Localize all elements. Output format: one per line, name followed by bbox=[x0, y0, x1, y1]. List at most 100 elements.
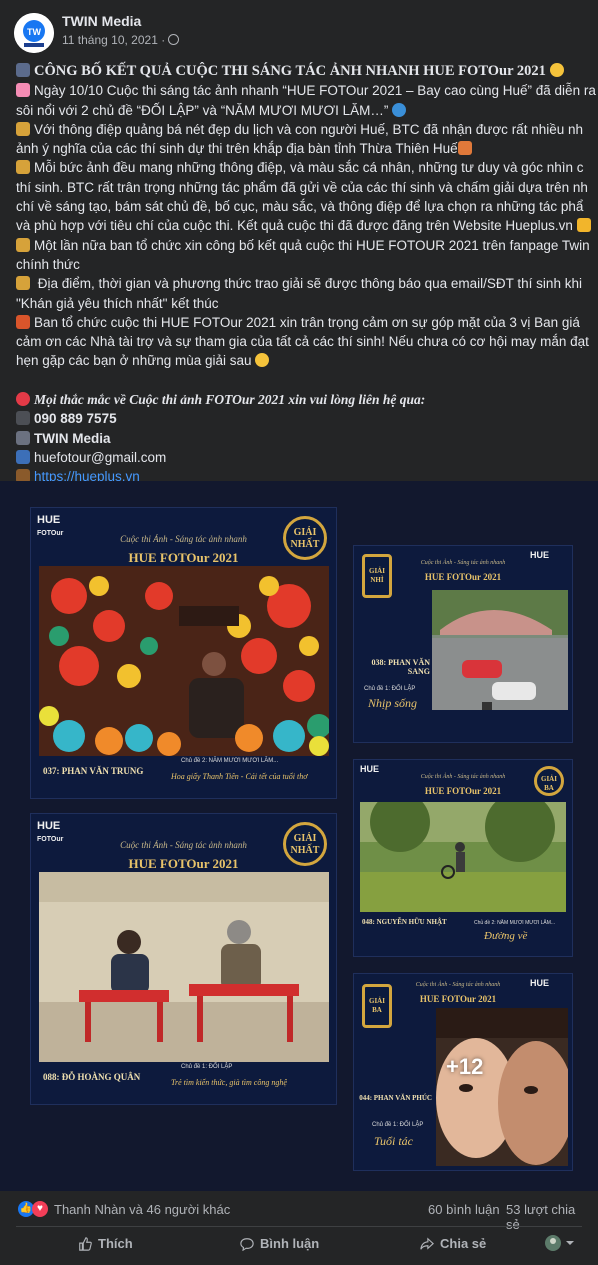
comment-button[interactable]: Bình luận bbox=[240, 1236, 319, 1251]
photo-gallery: HUE FOTOur Cuộc thi Ảnh - Sáng tác ảnh nh… bbox=[0, 481, 598, 1191]
post-line: ảnh ý nghĩa của các thí sinh dự thi trên… bbox=[16, 139, 598, 158]
action-bar: Thích Bình luận Chia sẻ bbox=[16, 1230, 582, 1260]
post-line: Với thông điệp quảng bá nét đẹp du lịch … bbox=[16, 120, 598, 139]
post-line-blank bbox=[16, 371, 598, 390]
countryside-photo bbox=[360, 802, 566, 912]
picture-emoji-icon bbox=[16, 160, 30, 175]
faces-photo bbox=[436, 1008, 568, 1166]
contest-slogan: Cuộc thi Ảnh - Sáng tác ảnh nhanh bbox=[415, 982, 501, 988]
entrant-name: 038: PHAN VĂN SANG bbox=[371, 658, 430, 676]
audience-selector[interactable] bbox=[544, 1234, 578, 1255]
post-body: CÔNG BỐ KẾT QUẢ CUỘC THI SÁNG TÁC ẢNH NH… bbox=[16, 62, 598, 506]
paper-flowers-photo bbox=[39, 566, 329, 756]
photo-image bbox=[436, 1008, 568, 1166]
gallery-photo[interactable]: HUE FOTOur Cuộc thi Ảnh - Sáng tác ảnh nh… bbox=[30, 813, 337, 1105]
post-line: chí về sáng tạo, bám sát chủ đề, bố cục,… bbox=[16, 199, 584, 215]
photo-title: Tuổi tác bbox=[374, 1134, 414, 1148]
post-timestamp[interactable]: 11 tháng 10, 2021 · bbox=[62, 33, 180, 47]
post-line: Ban tổ chức cuộc thi HUE FOTOur 2021 xin… bbox=[16, 313, 598, 332]
share-icon bbox=[420, 1237, 434, 1250]
award-badge: GIẢI NHẤT bbox=[283, 516, 327, 560]
post-line: sôi nổi với 2 chủ đề “ĐỐI LẬP” và “NĂM M… bbox=[16, 101, 598, 120]
globe-emoji-icon bbox=[392, 102, 407, 117]
gallery-photo[interactable]: HUE Cuộc thi Ảnh - Sáng tác ảnh nhanh HU… bbox=[353, 545, 573, 743]
theme-label: Chủ đề 1: ĐỐI LẬP bbox=[364, 686, 416, 692]
photo-image bbox=[360, 802, 566, 912]
contest-name: HUE FOTOur 2021 bbox=[419, 994, 497, 1004]
computer-emoji-icon bbox=[16, 430, 30, 445]
twin-logo-icon: TW bbox=[14, 13, 54, 53]
svg-text:TW: TW bbox=[27, 27, 41, 37]
post-line: Địa điểm, thời gian và phương thức trao … bbox=[16, 274, 598, 293]
temple-emoji-icon bbox=[457, 141, 472, 156]
post-line: hẹn gặp các bạn ở những mùa giải sau bbox=[16, 351, 598, 370]
gallery-photo[interactable]: Cuộc thi Ảnh - Sáng tác ảnh nhanh HUE FO… bbox=[353, 973, 573, 1171]
page-name[interactable]: TWIN Media bbox=[62, 13, 141, 29]
page-avatar[interactable]: TW bbox=[14, 13, 54, 53]
more-photos-count[interactable]: +12 bbox=[446, 1054, 483, 1080]
like-button[interactable]: Thích bbox=[78, 1236, 133, 1251]
share-button[interactable]: Chia sẻ bbox=[420, 1236, 486, 1251]
award-badge: GIẢI NHẤT bbox=[283, 822, 327, 866]
contact-intro: Mọi thắc mắc về Cuộc thi ảnh FOTOur 2021… bbox=[16, 390, 598, 409]
theme-label: Chủ đề 1: ĐỐI LẬP bbox=[372, 1122, 424, 1128]
divider bbox=[16, 1226, 582, 1227]
post-line: "Khán giả yêu thích nhất" kết thúc bbox=[16, 295, 219, 311]
hue-logo: HUE bbox=[360, 764, 380, 774]
entrant-name: 037: PHAN VĂN TRUNG bbox=[43, 766, 144, 776]
finger-emoji-icon bbox=[576, 218, 591, 233]
comment-icon bbox=[240, 1238, 254, 1251]
street-photo bbox=[432, 590, 568, 710]
entrant-name: 044: PHAN VĂN PHÚC bbox=[359, 1094, 432, 1102]
reaction-names[interactable]: Thanh Nhàn và 46 người khác bbox=[54, 1202, 230, 1217]
mailbox-emoji-icon bbox=[16, 449, 30, 464]
reaction-summary: 👍 ♥ Thanh Nhàn và 46 người khác 60 bình … bbox=[16, 1199, 582, 1232]
post-title: CÔNG BỐ KẾT QUẢ CUỘC THI SÁNG TÁC ẢNH NH… bbox=[16, 62, 598, 81]
photo-image bbox=[432, 590, 568, 710]
award-badge: GIẢI NHÌ bbox=[362, 554, 392, 598]
post-line: cảm ơn các Nhà tài trợ và sự tham gia củ… bbox=[16, 334, 589, 350]
theme-label: Chủ đề 1: ĐỐI LẬP bbox=[181, 1064, 233, 1070]
award-badge: GIẢI BA bbox=[534, 766, 564, 796]
phone-emoji-icon bbox=[16, 411, 30, 426]
smile-emoji-icon bbox=[549, 63, 564, 77]
post-date[interactable]: 11 tháng 10, 2021 · bbox=[62, 33, 165, 47]
share-count[interactable]: 53 lượt chia sẻ bbox=[506, 1202, 582, 1232]
gallery-photo[interactable]: HUE Cuộc thi Ảnh - Sáng tác ảnh nhanh HU… bbox=[353, 759, 573, 957]
photo-title: Hoa giấy Thanh Tiên - Cái tết của tuổi t… bbox=[171, 772, 308, 781]
picture-emoji-icon bbox=[16, 237, 30, 252]
post-line: Một lần nữa ban tổ chức xin công bố kết … bbox=[16, 236, 598, 255]
love-reaction-icon[interactable]: ♥ bbox=[32, 1201, 48, 1217]
maple-leaf-emoji-icon bbox=[16, 314, 30, 329]
elders-photo bbox=[39, 872, 329, 1062]
award-badge: GIẢI BA bbox=[362, 984, 392, 1028]
globe-icon bbox=[168, 34, 180, 45]
picture-emoji-icon bbox=[16, 121, 30, 136]
letter-emoji-icon bbox=[16, 83, 30, 98]
post-line: thí sinh. BTC rất trân trọng những tác p… bbox=[16, 179, 588, 195]
hue-logo: HUE bbox=[530, 550, 550, 560]
hue-logo: HUE bbox=[530, 978, 550, 988]
contact-company: TWIN Media bbox=[16, 429, 598, 448]
contact-phone: 090 889 7575 bbox=[16, 409, 598, 428]
heart-emoji-icon bbox=[16, 392, 30, 407]
camera-emoji-icon bbox=[16, 63, 30, 77]
comment-count[interactable]: 60 bình luận bbox=[428, 1202, 500, 1217]
picture-emoji-icon bbox=[16, 276, 30, 291]
post-line: và phù hợp với tiêu chí của cuộc thi. Kế… bbox=[16, 216, 598, 235]
photo-title: Đường về bbox=[484, 930, 528, 942]
post-line: Mỗi bức ảnh đều mang những thông điệp, v… bbox=[16, 158, 598, 177]
theme-label: Chủ đề 2: NĂM MƯƠI MƯƠI LĂM... bbox=[474, 920, 556, 926]
thumbs-up-icon bbox=[79, 1237, 92, 1251]
photo-title: Nhịp sống bbox=[368, 696, 418, 710]
facebook-post: TW TWIN Media 11 tháng 10, 2021 · CÔNG B… bbox=[0, 0, 598, 1265]
photo-image bbox=[39, 566, 329, 756]
photo-image bbox=[39, 872, 329, 1062]
entrant-name: 048: NGUYỄN HỮU NHẬT bbox=[362, 918, 447, 926]
photo-title: Trẻ tìm kiến thức, già tìm công nghệ bbox=[171, 1078, 287, 1087]
post-header: TW TWIN Media 11 tháng 10, 2021 · bbox=[14, 11, 584, 55]
post-line: chính thức bbox=[16, 256, 80, 272]
theme-label: Chủ đề 2: NĂM MƯƠI MƯƠI LĂM... bbox=[181, 758, 279, 764]
post-line: Ngày 10/10 Cuộc thi sáng tác ảnh nhanh “… bbox=[16, 81, 598, 100]
gallery-photo[interactable]: HUE FOTOur Cuộc thi Ảnh - Sáng tác ảnh nh… bbox=[30, 507, 337, 799]
